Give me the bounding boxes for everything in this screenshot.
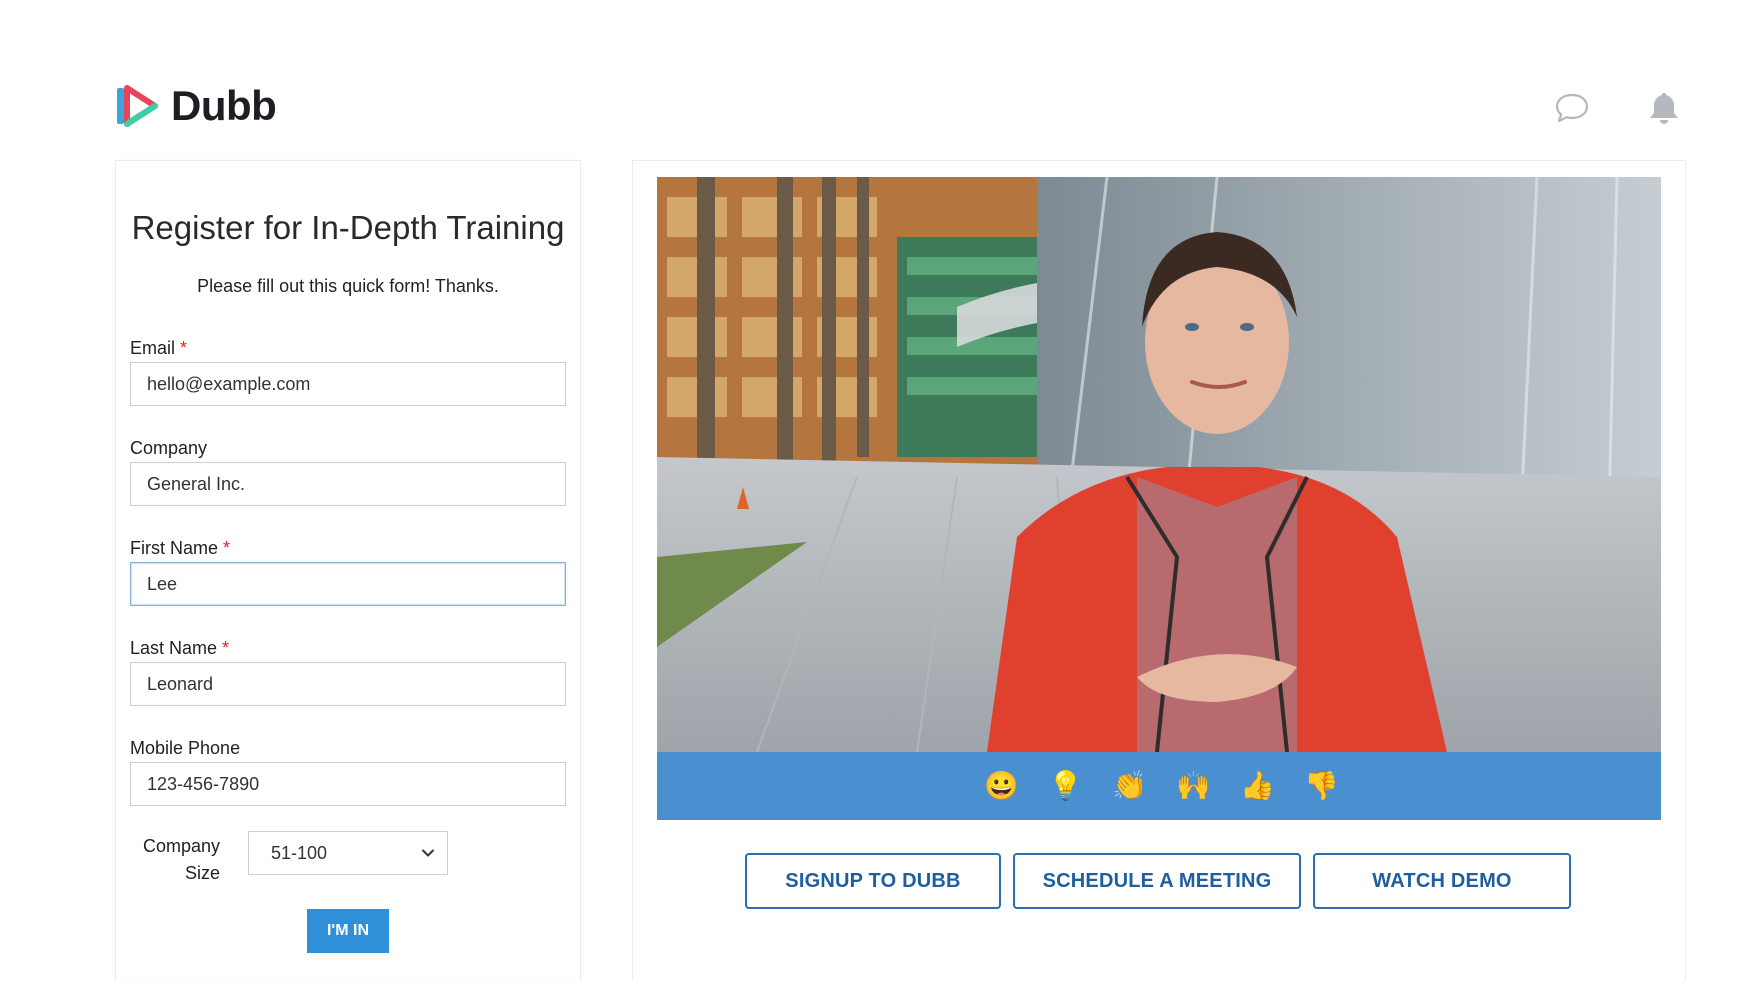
first-name-label: First Name * xyxy=(130,538,231,558)
required-marker: * xyxy=(222,638,230,658)
video-frame xyxy=(657,177,1661,752)
form-title: Register for In-Depth Training xyxy=(131,209,565,246)
page: Dubb Register for In-Depth Training Plea… xyxy=(0,0,1749,1001)
light-bulb-icon[interactable]: 💡 xyxy=(1048,772,1083,800)
schedule-meeting-button[interactable]: SCHEDULE A MEETING xyxy=(1013,853,1301,909)
raised-hands-icon[interactable]: 🙌 xyxy=(1176,772,1211,800)
company-size-select[interactable]: 51-100 xyxy=(248,831,448,875)
first-name-field[interactable] xyxy=(130,562,566,606)
watch-demo-button[interactable]: WATCH DEMO xyxy=(1313,853,1571,909)
chevron-down-icon xyxy=(422,849,434,857)
header-actions xyxy=(1552,88,1684,128)
registration-form: Register for In-Depth Training Please fi… xyxy=(115,160,581,981)
brand-name: Dubb xyxy=(171,82,277,129)
reaction-bar: 😀 💡 👏 🙌 👍 👎 xyxy=(657,752,1661,820)
company-label: Company xyxy=(130,438,208,458)
required-marker: * xyxy=(180,338,188,358)
email-label: Email * xyxy=(130,338,188,358)
form-subtitle: Please fill out this quick form! Thanks. xyxy=(197,276,499,296)
thumbs-down-icon[interactable]: 👎 xyxy=(1304,772,1339,800)
company-size-label: Company Size xyxy=(142,836,220,883)
submit-button[interactable]: I'M IN xyxy=(307,909,389,953)
thumbs-up-icon[interactable]: 👍 xyxy=(1240,772,1275,800)
brand-logo[interactable]: Dubb xyxy=(115,82,277,130)
dubb-logo-icon xyxy=(117,85,158,127)
company-field[interactable] xyxy=(130,462,566,506)
mobile-phone-label: Mobile Phone xyxy=(130,738,241,758)
mobile-phone-field[interactable] xyxy=(130,762,566,806)
clapping-hands-icon[interactable]: 👏 xyxy=(1112,772,1147,800)
bell-icon[interactable] xyxy=(1644,88,1684,128)
grinning-face-icon[interactable]: 😀 xyxy=(984,772,1019,800)
last-name-field[interactable] xyxy=(130,662,566,706)
cta-row: SIGNUP TO DUBB SCHEDULE A MEETING WATCH … xyxy=(745,853,1571,909)
video-player[interactable] xyxy=(657,177,1661,752)
signup-button[interactable]: SIGNUP TO DUBB xyxy=(745,853,1001,909)
required-marker: * xyxy=(223,538,231,558)
company-size-value: 51-100 xyxy=(271,842,328,863)
last-name-label: Last Name * xyxy=(130,638,230,658)
email-field[interactable] xyxy=(130,362,566,406)
video-panel: 😀 💡 👏 🙌 👍 👎 SIGNUP TO DUBB SCHEDULE A ME… xyxy=(632,160,1686,981)
chat-bubble-icon[interactable] xyxy=(1552,88,1592,128)
